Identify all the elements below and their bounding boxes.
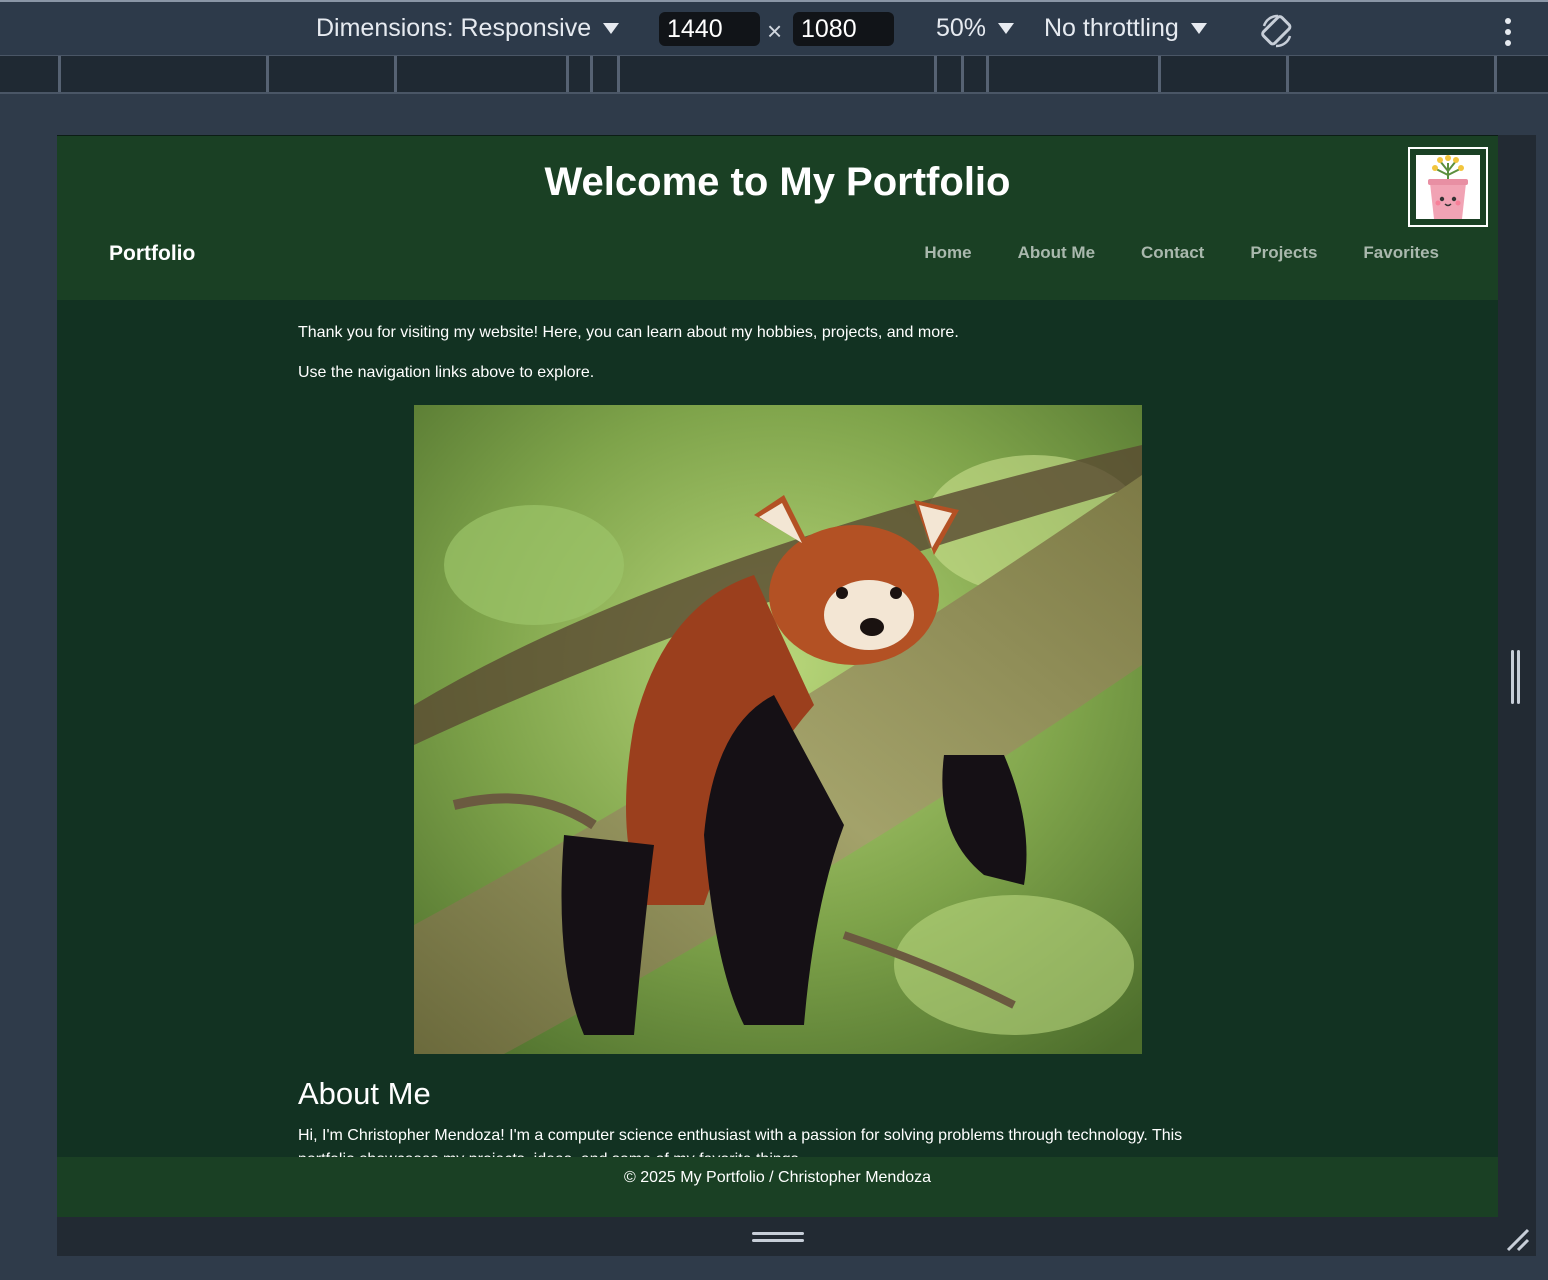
throttling-label: No throttling	[1044, 14, 1179, 42]
footer-copyright: © 2025 My Portfolio / Christopher Mendoz…	[623, 1169, 932, 1186]
times-icon: ×	[767, 16, 783, 46]
dimensions-label: Dimensions: Responsive	[316, 14, 592, 42]
resize-height-handle[interactable]	[752, 1232, 804, 1242]
site-footer: © 2025 My Portfolio / Christopher Mendoz…	[57, 1157, 1498, 1217]
red-panda-photo	[414, 405, 1142, 1054]
plant-logo-image	[1408, 147, 1488, 227]
nav-favorites[interactable]: Favorites	[1363, 243, 1439, 263]
dimensions-dropdown[interactable]: Dimensions: Responsive	[316, 14, 620, 43]
throttling-dropdown[interactable]: No throttling	[1044, 14, 1207, 43]
rotate-icon[interactable]	[1258, 12, 1296, 50]
page-title: Welcome to My Portfolio	[544, 160, 1011, 204]
resize-corner-icon[interactable]	[1504, 1226, 1530, 1252]
device-viewport: Welcome to My Portfolio Portfolio Home A…	[57, 135, 1498, 1217]
chevron-down-icon	[998, 23, 1015, 34]
intro-section: Thank you for visiting my website! Here,…	[298, 322, 1218, 384]
brand-link[interactable]: Portfolio	[109, 242, 195, 266]
intro-nav-hint: Use the navigation links above to explor…	[298, 364, 595, 381]
about-heading: About Me	[298, 1076, 431, 1111]
chevron-down-icon	[603, 23, 620, 34]
zoom-label: 50%	[936, 14, 987, 42]
intro-text: Thank you for visiting my website! Here,…	[298, 324, 959, 341]
chevron-down-icon	[1190, 23, 1207, 34]
main-nav: Home About Me Contact Projects Favorites	[924, 243, 1439, 263]
site-header: Welcome to My Portfolio Portfolio Home A…	[57, 136, 1498, 300]
more-options-icon[interactable]	[1505, 18, 1513, 46]
height-input[interactable]	[793, 12, 894, 46]
devtools-toolbar: Dimensions: Responsive × 50% No throttli…	[0, 0, 1548, 56]
resize-width-handle[interactable]	[1511, 650, 1523, 704]
nav-contact[interactable]: Contact	[1141, 243, 1204, 263]
width-input[interactable]	[659, 12, 760, 46]
nav-projects[interactable]: Projects	[1250, 243, 1317, 263]
media-query-ruler	[0, 56, 1548, 94]
nav-about[interactable]: About Me	[1018, 243, 1095, 263]
zoom-dropdown[interactable]: 50%	[936, 14, 1015, 43]
nav-home[interactable]: Home	[924, 243, 971, 263]
